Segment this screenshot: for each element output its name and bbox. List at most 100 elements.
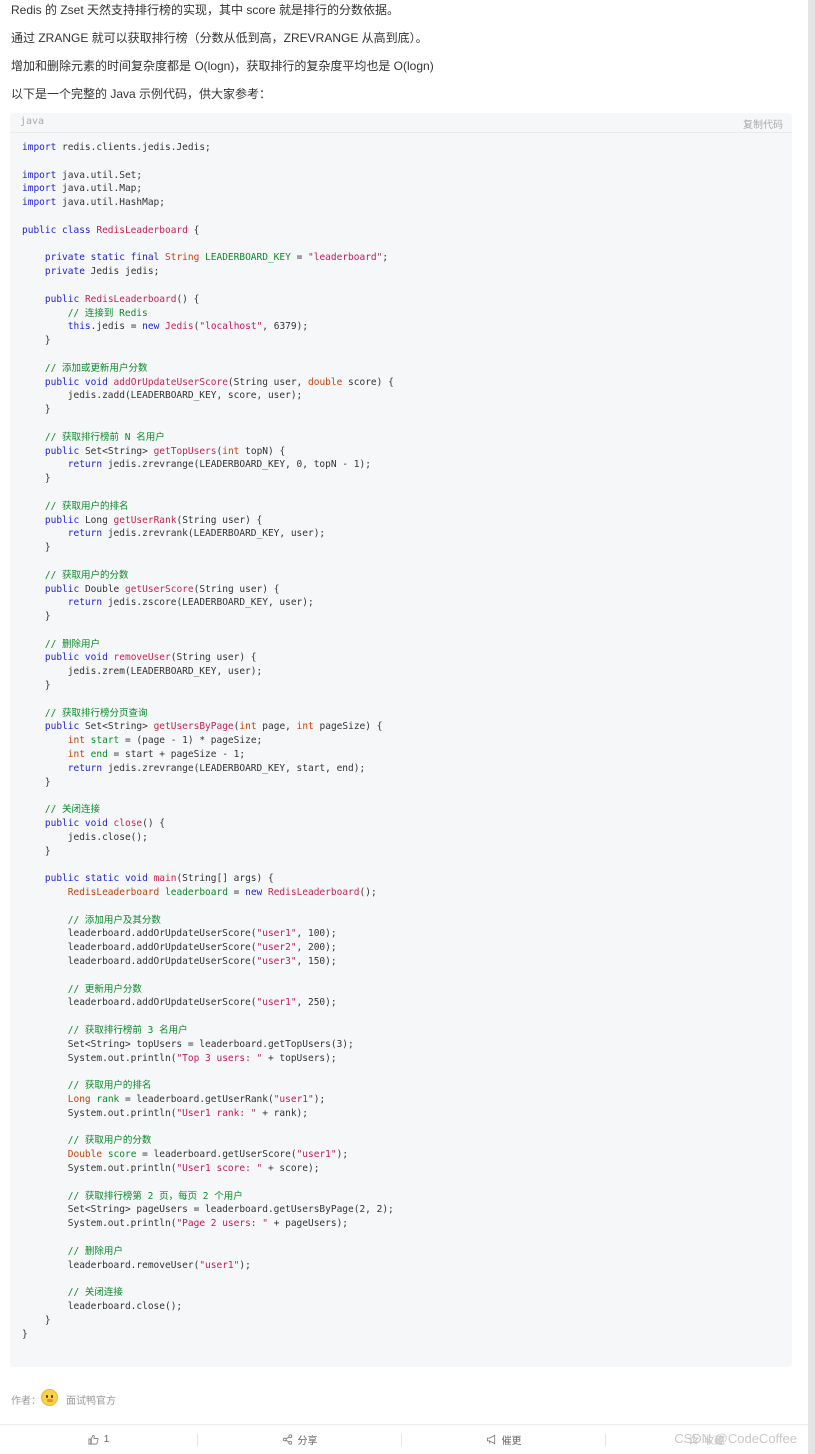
code-line: // 获取排行榜第 2 页，每页 2 个用户	[22, 1190, 394, 1204]
code-token: getUserScore	[124, 583, 194, 595]
duck-avatar-icon[interactable]	[41, 1389, 58, 1406]
share-button[interactable]: 分享	[198, 1425, 401, 1454]
code-line: // 获取排行榜前 N 名用户	[22, 431, 394, 445]
code-token: Jedis jedis;	[90, 266, 160, 278]
code-line: int start = (page - 1) * pageSize;	[22, 734, 394, 748]
share-icon	[282, 1434, 292, 1445]
code-token: , 250);	[296, 997, 337, 1009]
code-token: = start + pageSize - 1;	[107, 749, 246, 761]
code-token: this	[67, 321, 91, 333]
code-line: // 添加用户及其分数	[22, 914, 394, 928]
code-token: topN) {	[239, 445, 286, 457]
code-token: {	[187, 224, 200, 236]
code-token: jedis.zscore(LEADERBOARD_KEY, user);	[107, 597, 314, 609]
copy-code-button[interactable]: 复制代码	[743, 116, 783, 131]
code-line: // 获取用户的排名	[22, 500, 394, 514]
code-token: }	[22, 473, 51, 485]
thumbs-up-icon	[88, 1434, 99, 1445]
code-line: // 关闭连接	[22, 803, 394, 817]
code-line: public static void main(String[] args) {	[22, 872, 394, 886]
code-token: int	[296, 721, 314, 733]
code-token: = (page - 1) * pageSize;	[119, 735, 263, 747]
code-token: int	[222, 445, 240, 457]
code-token: = leaderboard.getUserScore(	[136, 1149, 297, 1161]
code-token: "localhost"	[199, 321, 263, 333]
code-token: leaderboard.addOrUpdateUserScore(	[22, 928, 257, 940]
code-token: (String user) {	[193, 583, 280, 595]
like-button[interactable]: 1	[0, 1425, 197, 1454]
code-line: import java.util.HashMap;	[22, 196, 394, 210]
author-name[interactable]: 面试鸭官方	[66, 1392, 116, 1407]
intro-paragraph-1: Redis 的 Zset 天然支持排行榜的实现，其中 score 就是排行的分数…	[11, 3, 400, 17]
code-line: }	[22, 1328, 394, 1342]
code-line: }	[22, 679, 394, 693]
code-token: java.util.Set;	[56, 169, 143, 181]
code-token: =	[290, 252, 309, 264]
code-token: RedisLeaderboard	[96, 224, 188, 236]
code-token: rank	[96, 1093, 120, 1105]
code-token: // 删除用户	[44, 638, 101, 650]
code-line: public RedisLeaderboard() {	[22, 293, 394, 307]
code-line: // 获取用户的分数	[22, 569, 394, 583]
code-token: Set<String>	[84, 721, 154, 733]
code-line: // 添加或更新用户分数	[22, 362, 394, 376]
code-token: page,	[256, 721, 297, 733]
code-token: () {	[142, 818, 166, 830]
code-content[interactable]: import redis.clients.jedis.Jedis; import…	[22, 141, 394, 1341]
code-token: RedisLeaderboard	[84, 293, 177, 305]
scrollbar[interactable]	[808, 0, 815, 1454]
code-token: Set<String>	[84, 445, 154, 457]
code-line: import redis.clients.jedis.Jedis;	[22, 141, 394, 155]
code-line: leaderboard.addOrUpdateUserScore("user1"…	[22, 927, 394, 941]
code-line: System.out.println("User1 rank: " + rank…	[22, 1107, 394, 1121]
code-token: leaderboard.addOrUpdateUserScore(	[22, 997, 257, 1009]
code-token: jedis.zrem(LEADERBOARD_KEY, user);	[22, 666, 263, 678]
urge-label: 催更	[501, 1436, 522, 1447]
code-token: }	[22, 680, 51, 692]
code-line: public void close() {	[22, 817, 394, 831]
code-token: // 删除用户	[67, 1245, 123, 1257]
code-line: this.jedis = new Jedis("localhost", 6379…	[22, 320, 394, 334]
code-token: "User1 rank: "	[176, 1107, 257, 1119]
code-token: private	[44, 266, 91, 278]
code-token: // 获取排行榜第 2 页，每页 2 个用户	[67, 1190, 243, 1202]
code-line: public Double getUserScore(String user) …	[22, 583, 394, 597]
code-line: // 删除用户	[22, 638, 394, 652]
code-token: // 关闭连接	[44, 804, 101, 816]
code-token: Long	[84, 514, 114, 526]
code-line: }	[22, 472, 394, 486]
urge-update-button[interactable]: 催更	[402, 1425, 605, 1454]
code-token: Long	[67, 1093, 97, 1105]
code-language-label: java	[20, 116, 45, 127]
code-line: // 获取排行榜分页查询	[22, 707, 394, 721]
code-token: System.out.println(	[22, 1052, 177, 1064]
code-token: return	[67, 762, 108, 774]
code-token: RedisLeaderboard	[267, 887, 360, 899]
code-line: int end = start + pageSize - 1;	[22, 748, 394, 762]
code-token: // 关闭连接	[67, 1287, 123, 1299]
code-token: "user1"	[199, 1259, 240, 1271]
code-line: leaderboard.addOrUpdateUserScore("user3"…	[22, 955, 394, 969]
code-token: public	[44, 514, 85, 526]
code-line: jedis.close();	[22, 831, 394, 845]
code-token: "user2"	[256, 942, 297, 954]
code-token: // 获取用户的分数	[67, 1135, 152, 1147]
